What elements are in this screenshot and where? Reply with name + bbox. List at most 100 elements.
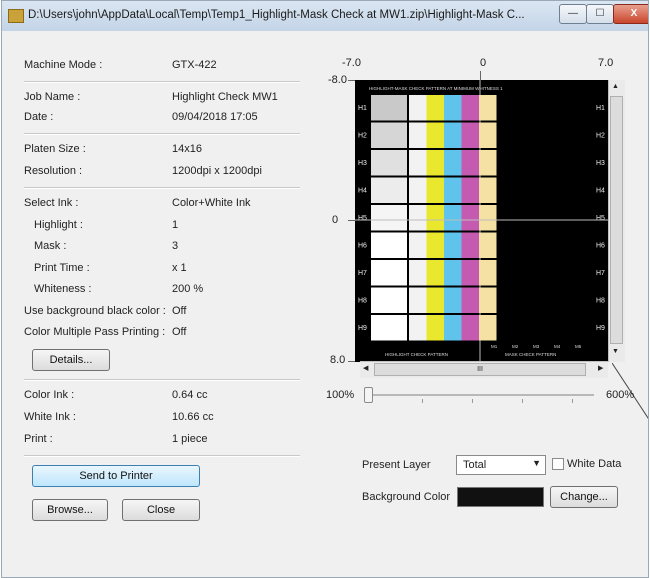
- info-row-whiteness: Whiteness : 200 %: [24, 283, 300, 299]
- browse-button[interactable]: Browse...: [32, 499, 108, 521]
- ink-color-swatch: [461, 260, 479, 286]
- white-data-checkbox[interactable]: [552, 458, 564, 470]
- info-label: Use background black color :: [24, 305, 166, 317]
- ink-color-swatch: [461, 150, 479, 176]
- ink-color-swatch: [461, 122, 479, 148]
- ink-color-swatch: [461, 287, 479, 313]
- horizontal-scroll-thumb[interactable]: III: [374, 363, 586, 376]
- info-row-print-time: Print Time : x 1: [24, 262, 300, 278]
- pattern-preview: HIGHLIGHT-MASK CHECK PATTERN AT MINIMUM …: [355, 80, 608, 362]
- window-title: D:\Users\john\AppData\Local\Temp\Temp1_H…: [28, 9, 525, 21]
- info-value: GTX-422: [172, 59, 217, 71]
- row-label: H2: [358, 133, 367, 140]
- y-axis-bottom-label: 8.0: [330, 354, 346, 366]
- title-bar: D:\Users\john\AppData\Local\Temp\Temp1_H…: [2, 1, 648, 31]
- pattern-caption: HIGHLIGHT-MASK CHECK PATTERN AT MINIMUM …: [369, 86, 503, 91]
- divider: [24, 379, 300, 381]
- info-value: Off: [172, 326, 187, 338]
- highlight-footer-label: HIGHLIGHT CHECK PATTERN: [385, 352, 448, 357]
- scroll-down-icon[interactable]: ▼: [612, 348, 619, 355]
- send-to-printer-button[interactable]: Send to Printer: [32, 465, 200, 487]
- row-label-right: H7: [596, 270, 605, 277]
- ink-color-swatch: [479, 177, 497, 203]
- scroll-left-icon[interactable]: ◀: [363, 364, 368, 372]
- ink-color-swatch: [444, 315, 462, 341]
- ink-color-swatch: [409, 315, 427, 341]
- ink-color-swatch: [444, 150, 462, 176]
- info-label: Platen Size :: [24, 143, 86, 155]
- zoom-slider-thumb[interactable]: [364, 387, 373, 403]
- info-row-mask: Mask : 3: [24, 240, 300, 256]
- preview-horizontal-scrollbar[interactable]: ◀ III ▶: [360, 361, 608, 378]
- slider-tick: [522, 399, 523, 403]
- divider: [24, 455, 300, 457]
- info-value: 0.64 cc: [172, 389, 208, 401]
- info-row-color-multi-pass: Color Multiple Pass Printing : Off: [24, 326, 300, 342]
- mask-label: M3: [533, 344, 540, 349]
- info-label: Print :: [24, 433, 53, 445]
- ink-color-swatch: [444, 232, 462, 258]
- mask-label: M4: [554, 344, 561, 349]
- y-axis-middle-label: 0: [332, 214, 339, 226]
- x-axis-center-label: 0: [480, 57, 487, 69]
- ink-color-swatch: [409, 260, 427, 286]
- ink-color-swatch: [479, 287, 497, 313]
- info-label: Color Multiple Pass Printing :: [24, 326, 166, 338]
- row-label: H6: [358, 243, 367, 250]
- divider: [24, 81, 300, 83]
- ink-color-swatch: [409, 205, 427, 231]
- minimize-button[interactable]: —: [559, 4, 587, 24]
- background-color-swatch[interactable]: [457, 487, 544, 507]
- row-label: H1: [358, 105, 367, 112]
- info-row-job-name: Job Name : Highlight Check MW1: [24, 91, 300, 107]
- ink-color-swatch: [444, 177, 462, 203]
- maximize-button[interactable]: ☐: [586, 4, 614, 24]
- mask-label: M5: [575, 344, 582, 349]
- highlight-grey-swatch: [371, 232, 407, 258]
- close-button[interactable]: Close: [122, 499, 200, 521]
- info-row-print: Print : 1 piece: [24, 433, 300, 449]
- ink-color-swatch: [426, 315, 444, 341]
- ink-color-swatch: [409, 150, 427, 176]
- slider-tick: [572, 399, 573, 403]
- present-layer-dropdown[interactable]: Total ▼: [456, 455, 546, 475]
- change-button[interactable]: Change...: [550, 486, 618, 508]
- preview-vertical-scrollbar[interactable]: ▲ ▼: [608, 80, 625, 362]
- info-value: 09/04/2018 17:05: [172, 111, 258, 123]
- y-axis-tick: [348, 80, 355, 81]
- ink-color-swatch: [461, 315, 479, 341]
- info-value: Off: [172, 305, 187, 317]
- info-label: Highlight :: [34, 219, 83, 231]
- info-label: White Ink :: [24, 411, 76, 423]
- ink-color-swatch: [426, 260, 444, 286]
- vertical-scroll-thumb[interactable]: [610, 96, 623, 344]
- info-label: Select Ink :: [24, 197, 79, 209]
- present-layer-label: Present Layer: [362, 459, 431, 471]
- x-axis-right-label: 7.0: [598, 57, 614, 69]
- zoom-slider-track[interactable]: [368, 394, 594, 396]
- info-label: Resolution :: [24, 165, 83, 177]
- info-value: x 1: [172, 262, 187, 274]
- ink-color-swatch: [444, 95, 462, 121]
- scroll-up-icon[interactable]: ▲: [612, 83, 619, 90]
- row-label-right: H1: [596, 105, 605, 112]
- highlight-grey-swatch: [371, 122, 407, 148]
- info-label: Whiteness :: [34, 283, 92, 295]
- ink-color-swatch: [461, 232, 479, 258]
- print-preview-canvas[interactable]: HIGHLIGHT-MASK CHECK PATTERN AT MINIMUM …: [355, 80, 608, 362]
- background-color-label: Background Color: [362, 491, 451, 503]
- scroll-right-icon[interactable]: ▶: [598, 364, 603, 372]
- y-axis-tick: [348, 361, 355, 362]
- info-value: 3: [172, 240, 179, 252]
- zoom-max-label: 600%: [606, 389, 635, 401]
- x-axis-left-label: -7.0: [342, 57, 361, 69]
- info-row-machine-mode: Machine Mode : GTX-422: [24, 59, 300, 75]
- ink-color-swatch: [479, 260, 497, 286]
- close-window-button[interactable]: X: [613, 4, 648, 24]
- ink-color-swatch: [444, 287, 462, 313]
- details-button[interactable]: Details...: [32, 349, 110, 371]
- info-row-select-ink: Select Ink : Color+White Ink: [24, 197, 300, 213]
- ink-color-swatch: [426, 122, 444, 148]
- info-label: Mask :: [34, 240, 67, 252]
- info-value: 1: [172, 219, 179, 231]
